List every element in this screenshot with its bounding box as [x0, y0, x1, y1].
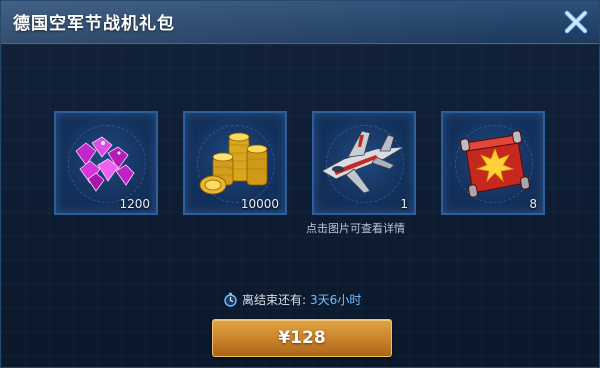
item-count: 8	[529, 197, 537, 211]
close-button[interactable]	[561, 7, 591, 37]
fighter-jet-icon	[321, 130, 405, 194]
item-slot-fighter-jet[interactable]: 1	[312, 111, 416, 215]
item-count: 1200	[119, 197, 150, 211]
dialog-title: 德国空军节战机礼包	[13, 14, 175, 34]
countdown-label: 离结束还有:	[242, 293, 307, 307]
buy-button[interactable]: ¥128	[212, 319, 392, 357]
stopwatch-icon	[224, 292, 237, 307]
red-scroll-icon	[460, 130, 530, 198]
item-count: 10000	[240, 197, 279, 211]
title-bar: 德国空军节战机礼包	[1, 1, 599, 44]
close-icon[interactable]	[561, 7, 591, 37]
item-slot-gems[interactable]: 1200	[54, 111, 158, 215]
view-details-hint: 点击图片可查看详情	[306, 222, 405, 235]
item-slot-scroll[interactable]: 8	[441, 111, 545, 215]
item-count: 1	[400, 197, 408, 211]
gift-pack-dialog: 德国空军节战机礼包 1200 10000 1 8 点击图片可查看详情 离结束还有…	[0, 0, 600, 368]
countdown-timer: 离结束还有: 3天6小时	[223, 291, 361, 308]
countdown-value: 3天6小时	[310, 293, 362, 307]
item-slot-coins[interactable]: 10000	[183, 111, 287, 215]
